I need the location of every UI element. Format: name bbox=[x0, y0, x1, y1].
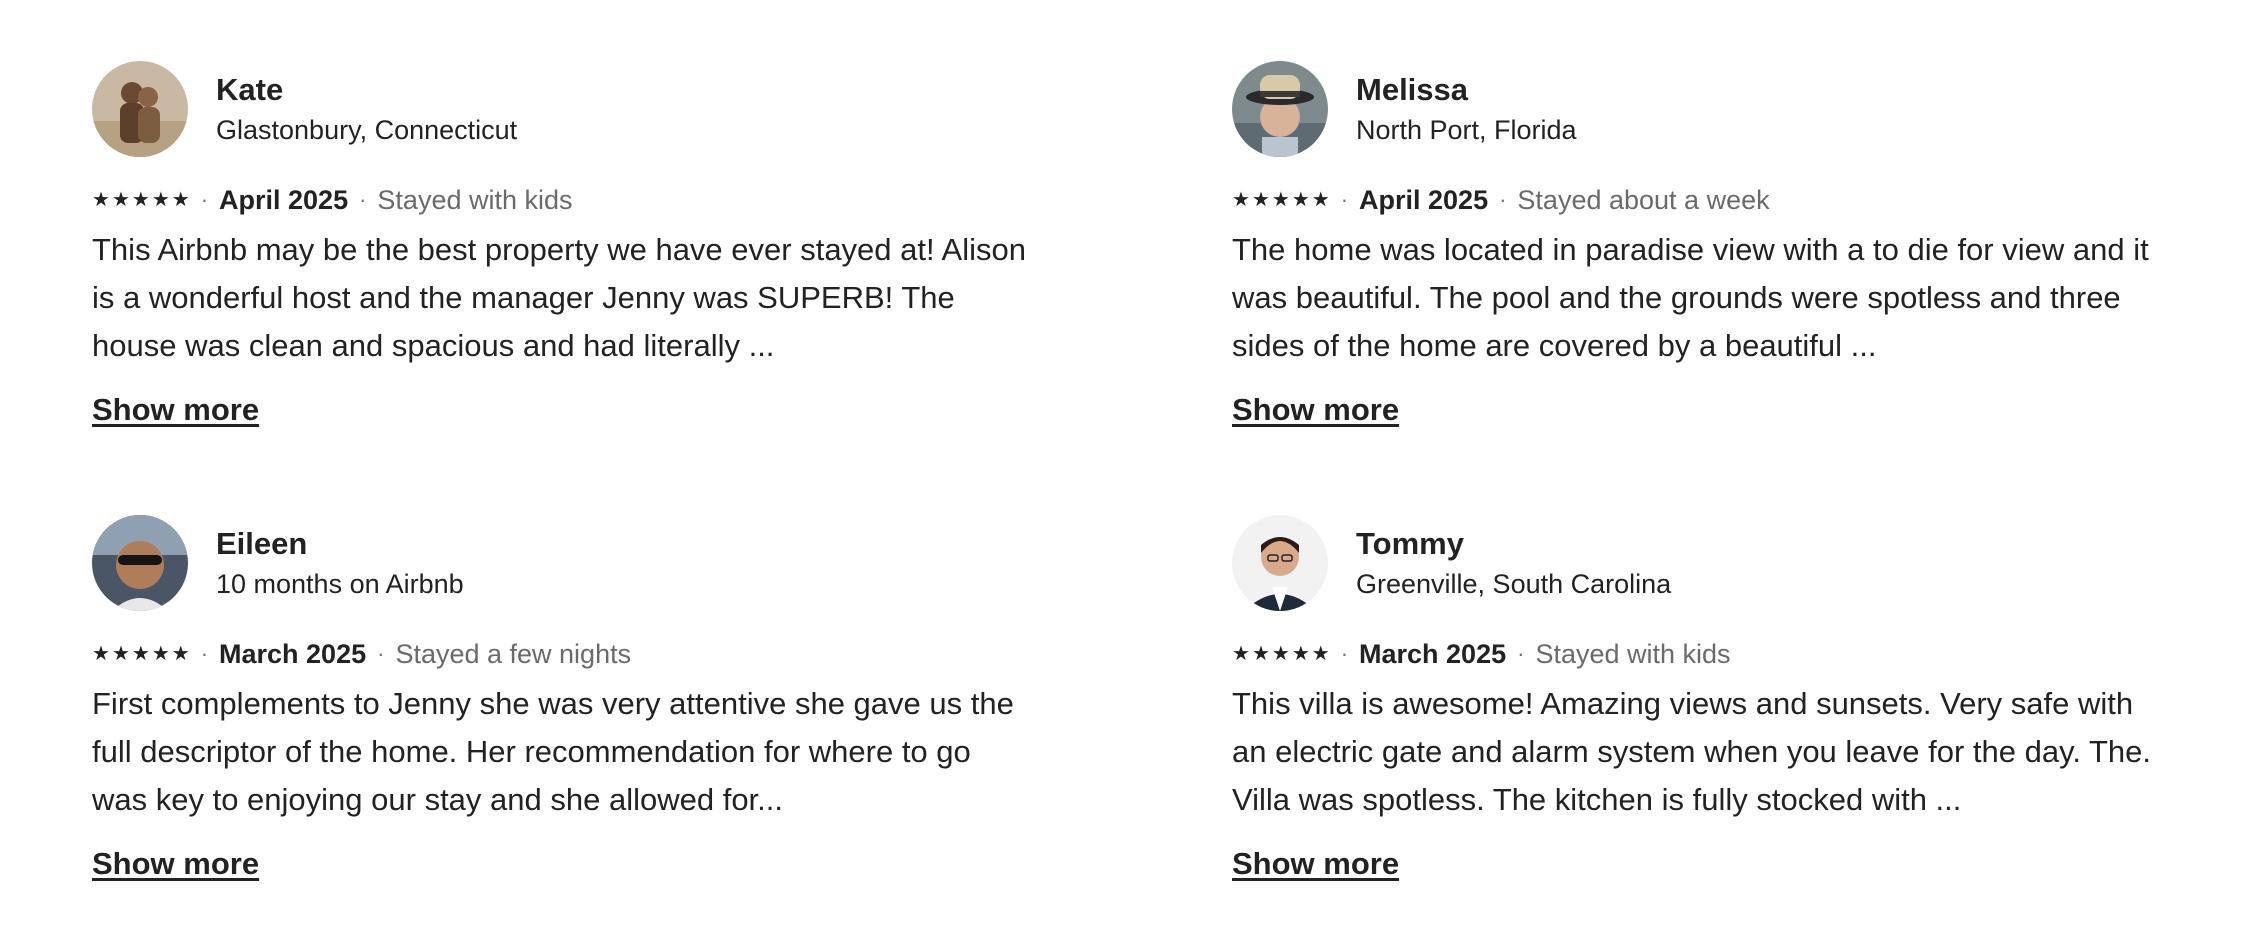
reviewer-location: North Port, Florida bbox=[1356, 115, 1577, 145]
review-text: First complements to Jenny she was very … bbox=[92, 686, 1014, 817]
star-icon: ★ bbox=[131, 189, 150, 211]
reviewer-name: Eileen bbox=[216, 526, 308, 561]
show-more-link[interactable]: Show more bbox=[92, 390, 259, 430]
star-icon: ★ bbox=[92, 189, 110, 211]
reviewer-header: Melissa North Port, Florida bbox=[1232, 60, 2192, 158]
reviewer-location: Glastonbury, Connecticut bbox=[216, 115, 518, 145]
star-icon: ★ bbox=[1311, 643, 1330, 665]
review-date: March 2025 bbox=[1359, 638, 1507, 669]
reviewer-name: Melissa bbox=[1356, 72, 1469, 107]
reviewer-location: Greenville, South Carolina bbox=[1356, 569, 1672, 599]
star-icon: ★ bbox=[1271, 643, 1290, 665]
separator-dot: · bbox=[1340, 187, 1349, 212]
stay-type: Stayed a few nights bbox=[395, 638, 632, 669]
star-icon: ★ bbox=[1251, 189, 1270, 211]
separator-dot: · bbox=[1340, 641, 1349, 666]
star-rating: ★ ★ ★ ★ ★ bbox=[92, 190, 190, 210]
star-icon: ★ bbox=[1232, 189, 1250, 211]
star-icon: ★ bbox=[111, 189, 130, 211]
review-meta: ★ ★ ★ ★ ★ · April 2025 · Stayed about a … bbox=[1232, 184, 2192, 216]
show-more-link[interactable]: Show more bbox=[92, 844, 259, 884]
reviews-grid: Kate Glastonbury, Connecticut ★ ★ ★ ★ ★ … bbox=[0, 0, 2256, 928]
star-icon: ★ bbox=[1291, 189, 1310, 211]
review-text: This villa is awesome! Amazing views and… bbox=[1232, 686, 2152, 817]
star-rating: ★ ★ ★ ★ ★ bbox=[1232, 644, 1330, 664]
avatar[interactable] bbox=[92, 515, 188, 611]
review-card: Eileen 10 months on Airbnb ★ ★ ★ ★ ★ · M… bbox=[92, 514, 1052, 884]
stay-type: Stayed about a week bbox=[1517, 184, 1770, 215]
review-meta: ★ ★ ★ ★ ★ · April 2025 · Stayed with kid… bbox=[92, 184, 1052, 216]
star-icon: ★ bbox=[1232, 643, 1250, 665]
review-date: March 2025 bbox=[219, 638, 367, 669]
avatar[interactable] bbox=[1232, 61, 1328, 157]
star-icon: ★ bbox=[1291, 643, 1310, 665]
stay-type: Stayed with kids bbox=[1535, 638, 1731, 669]
star-rating: ★ ★ ★ ★ ★ bbox=[92, 644, 190, 664]
reviewer-name: Kate bbox=[216, 72, 284, 107]
review-date: April 2025 bbox=[219, 184, 349, 215]
star-icon: ★ bbox=[131, 643, 150, 665]
reviewer-tenure: 10 months on Airbnb bbox=[216, 569, 464, 599]
review-meta: ★ ★ ★ ★ ★ · March 2025 · Stayed a few ni… bbox=[92, 638, 1052, 670]
review-meta: ★ ★ ★ ★ ★ · March 2025 · Stayed with kid… bbox=[1232, 638, 2192, 670]
review-card: Kate Glastonbury, Connecticut ★ ★ ★ ★ ★ … bbox=[92, 60, 1052, 430]
star-icon: ★ bbox=[111, 643, 130, 665]
separator-dot: · bbox=[200, 187, 209, 212]
star-icon: ★ bbox=[151, 189, 170, 211]
separator-dot: · bbox=[1517, 641, 1525, 666]
separator-dot: · bbox=[1499, 187, 1507, 212]
show-more-link[interactable]: Show more bbox=[1232, 844, 1399, 884]
reviewer-name: Tommy bbox=[1356, 526, 1464, 561]
star-icon: ★ bbox=[1271, 189, 1290, 211]
stay-type: Stayed with kids bbox=[377, 184, 573, 215]
review-text: The home was located in paradise view wi… bbox=[1232, 232, 2149, 363]
show-more-link[interactable]: Show more bbox=[1232, 390, 1399, 430]
reviewer-header: Tommy Greenville, South Carolina bbox=[1232, 514, 2192, 612]
star-icon: ★ bbox=[1311, 189, 1330, 211]
star-icon: ★ bbox=[171, 189, 190, 211]
separator-dot: · bbox=[200, 641, 209, 666]
review-text: This Airbnb may be the best property we … bbox=[92, 232, 1026, 363]
avatar[interactable] bbox=[92, 61, 188, 157]
avatar[interactable] bbox=[1232, 515, 1328, 611]
separator-dot: · bbox=[377, 641, 385, 666]
star-rating: ★ ★ ★ ★ ★ bbox=[1232, 190, 1330, 210]
star-icon: ★ bbox=[92, 643, 110, 665]
reviewer-header: Kate Glastonbury, Connecticut bbox=[92, 60, 1052, 158]
separator-dot: · bbox=[359, 187, 367, 212]
reviewer-header: Eileen 10 months on Airbnb bbox=[92, 514, 1052, 612]
star-icon: ★ bbox=[171, 643, 190, 665]
review-card: Tommy Greenville, South Carolina ★ ★ ★ ★… bbox=[1232, 514, 2192, 884]
review-date: April 2025 bbox=[1359, 184, 1489, 215]
star-icon: ★ bbox=[151, 643, 170, 665]
review-card: Melissa North Port, Florida ★ ★ ★ ★ ★ · … bbox=[1232, 60, 2192, 430]
star-icon: ★ bbox=[1251, 643, 1270, 665]
